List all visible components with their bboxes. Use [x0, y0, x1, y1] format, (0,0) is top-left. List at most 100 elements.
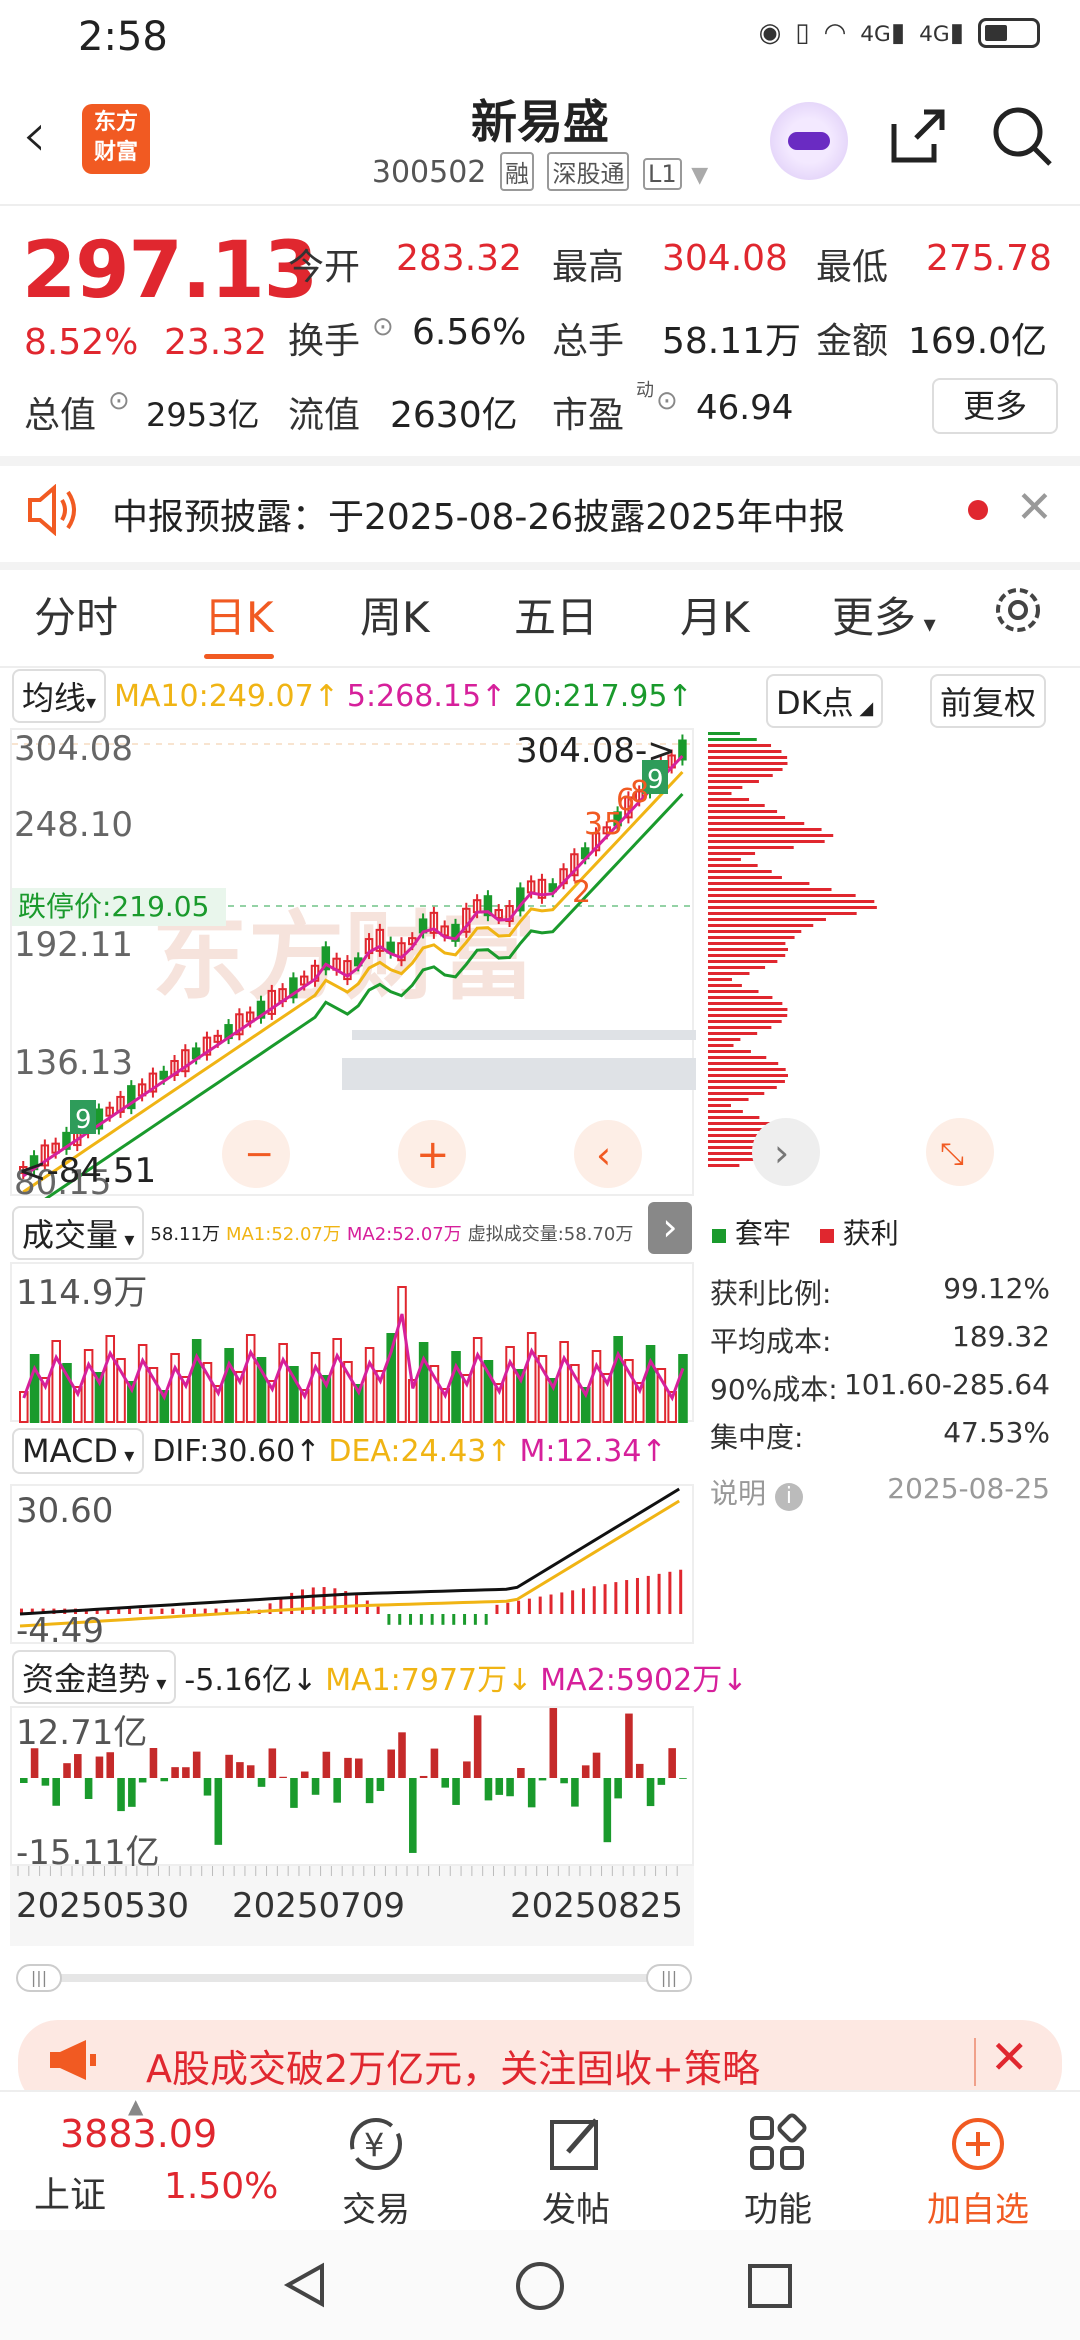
chip-bar — [708, 1086, 777, 1089]
fund-axis-bottom: -15.11亿 — [16, 1833, 160, 1868]
macd-bar — [441, 1614, 445, 1625]
volume-bar — [526, 1332, 537, 1423]
volume-bar — [613, 1336, 623, 1423]
range-slider[interactable]: ||| ||| — [16, 1964, 692, 1992]
tab-monthly-k[interactable]: 月K — [680, 584, 750, 645]
volume-bar — [105, 1335, 116, 1423]
dk-point-selector[interactable]: DK点 ◢ — [766, 674, 884, 728]
back-triangle-icon[interactable] — [280, 2260, 330, 2314]
assistant-avatar[interactable] — [770, 102, 848, 180]
macd-bar — [646, 1575, 650, 1614]
status-icons: ◉ ▯ ◠ 4G▮ 4G▮ — [759, 18, 1040, 48]
nav-post[interactable]: 发帖 — [516, 2112, 636, 2231]
chip-bar — [708, 1008, 788, 1011]
chip-bar — [708, 1068, 786, 1071]
info-icon[interactable]: ⊙ — [108, 386, 130, 416]
volume-bar — [278, 1343, 288, 1423]
fund-bar — [517, 1768, 525, 1778]
pe-superscript: 动 — [636, 380, 654, 401]
tab-daily-k[interactable]: 日K — [204, 584, 274, 659]
chip-bar — [708, 966, 766, 969]
volume-label: 总手 — [552, 321, 625, 362]
info-icon[interactable]: ⊙ — [656, 386, 678, 416]
notice-bar[interactable]: 中报预披露：于2025-08-26披露2025年中报 ✕ — [0, 460, 1080, 560]
fund-bar — [279, 1776, 287, 1778]
fund-bar — [149, 1748, 158, 1778]
notice-dot — [968, 500, 988, 520]
chip-bar — [708, 768, 783, 771]
chip-bar — [708, 990, 759, 993]
fund-bar — [160, 1778, 169, 1782]
slider-handle-left[interactable]: ||| — [16, 1964, 62, 1992]
macd-bar — [549, 1594, 553, 1614]
status-time: 2:58 — [78, 14, 168, 60]
adjust-selector[interactable]: 前复权 — [930, 674, 1047, 728]
volume-bar — [451, 1351, 461, 1423]
more-button[interactable]: 更多 — [932, 378, 1058, 434]
caret-up-icon: ▲ — [128, 2094, 144, 2118]
fund-bar — [441, 1778, 450, 1788]
chip-bar — [708, 876, 782, 879]
tab-more[interactable]: 更多 ▾ — [832, 584, 936, 645]
chip-bar — [708, 786, 743, 789]
nav-trade[interactable]: ¥ 交易 — [316, 2112, 436, 2231]
scroll-right-button[interactable]: › — [752, 1118, 820, 1186]
fund-bar — [268, 1748, 277, 1778]
macd-bar — [560, 1592, 564, 1614]
settings-gear-icon[interactable] — [990, 582, 1046, 642]
chip-bar — [708, 972, 750, 975]
expand-icon[interactable]: ⤡ — [926, 1118, 994, 1186]
fund-bar — [95, 1756, 104, 1778]
macd-bar — [365, 1600, 369, 1614]
macd-bar — [128, 1608, 132, 1614]
macd-chart[interactable]: 30.60 -4.49 — [10, 1484, 694, 1651]
nav-add-watchlist[interactable]: 加自选 — [918, 2112, 1038, 2231]
macd-indicator-row: MACD ▾ DIF:30.60↑ DEA:24.43↑ M:12.34↑ — [12, 1428, 667, 1474]
search-icon[interactable] — [990, 104, 1054, 182]
high-value: 304.08 — [662, 238, 788, 279]
volume-selector[interactable]: 成交量 ▾ — [12, 1206, 145, 1260]
ma-selector[interactable]: 均线▾ — [12, 669, 107, 723]
cost90-row: 90%成本: 101.60-285.64 — [710, 1368, 1050, 1406]
zoom-in-button[interactable]: + — [398, 1120, 466, 1188]
avg-cost-row: 平均成本: 189.32 — [710, 1320, 1050, 1358]
close-icon[interactable]: ✕ — [1016, 482, 1053, 533]
recents-square-icon[interactable] — [746, 2262, 794, 2314]
volume-chart[interactable]: 114.9万 — [10, 1262, 694, 1423]
chip-bar — [708, 756, 788, 759]
macd-bar — [149, 1608, 153, 1614]
expand-indicator-button[interactable]: › — [648, 1202, 692, 1254]
tab-five-day[interactable]: 五日 — [514, 584, 598, 645]
fund-bar — [571, 1778, 579, 1807]
macd-bar — [376, 1606, 380, 1614]
fund-bar — [171, 1767, 179, 1778]
fund-chart[interactable]: 12.71亿 -15.11亿 — [10, 1706, 694, 1873]
zoom-out-button[interactable]: − — [222, 1120, 290, 1188]
tab-weekly-k[interactable]: 周K — [360, 584, 430, 645]
period-tabs: 分时 日K 周K 五日 月K 更多 ▾ — [0, 570, 1080, 660]
chip-bar — [708, 816, 786, 819]
scroll-left-button[interactable]: ‹ — [574, 1120, 642, 1188]
slider-handle-right[interactable]: ||| — [646, 1964, 692, 1992]
chip-note-row[interactable]: 说明 i 2025-08-25 — [710, 1472, 1050, 1512]
fund-selector[interactable]: 资金趋势 ▾ — [12, 1650, 177, 1704]
chip-bar — [708, 750, 782, 753]
macd-bar — [571, 1590, 575, 1614]
pe-label: 市盈 — [552, 395, 625, 436]
td-marker-2: 2 — [572, 875, 591, 910]
chip-bar — [708, 1104, 731, 1107]
tab-intraday[interactable]: 分时 — [34, 584, 118, 645]
close-icon[interactable]: ✕ — [990, 2030, 1029, 2084]
share-icon[interactable] — [886, 104, 950, 182]
kline-chart[interactable]: 东方财富 304.08 248.10 192.11 136.13 80.15 跌… — [10, 728, 696, 1216]
chip-distribution-chart[interactable]: › ⤡ — [708, 728, 1050, 1196]
home-circle-icon[interactable] — [514, 2260, 566, 2316]
chip-bar — [708, 798, 750, 801]
index-value[interactable]: 3883.09 — [60, 2112, 217, 2156]
macd-selector[interactable]: MACD ▾ — [12, 1428, 145, 1474]
fund-indicator-row: 资金趋势 ▾ -5.16亿↓ MA1:7977万↓ MA2:5902万↓ — [12, 1650, 747, 1704]
nav-functions[interactable]: 功能 — [718, 2112, 838, 2231]
info-icon[interactable]: ⊙ — [372, 312, 394, 342]
volume-svg: 114.9万 — [16, 1273, 688, 1423]
fund-bar — [592, 1752, 601, 1778]
